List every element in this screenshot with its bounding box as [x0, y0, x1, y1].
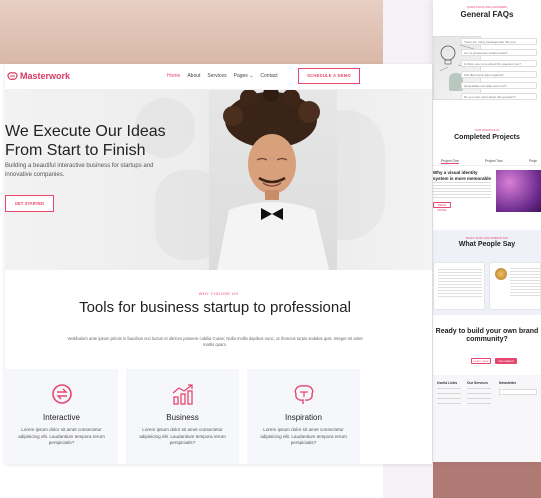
chevron-down-icon: ⌄: [249, 73, 254, 79]
footer-col-newsletter: Newsletter: [499, 381, 517, 385]
testimonial-text: [438, 269, 482, 297]
tab-project-three[interactable]: Proje: [529, 159, 537, 163]
project-image: [496, 170, 541, 212]
avatar: [495, 268, 507, 280]
main-page: Masterwork Home About Services Pages ⌄ C…: [5, 64, 432, 464]
feature-card-interactive[interactable]: Interactive Lorem ipsum dolor sit amet c…: [5, 369, 118, 464]
feature-text: Lorem ipsum dolor sit amet consectetur a…: [260, 427, 347, 445]
tab-project-one[interactable]: Project One: [441, 159, 459, 164]
growth-chart-icon: [172, 384, 193, 405]
faq-item[interactable]: Is there one more about this question yo…: [461, 60, 537, 67]
feature-title: Inspiration: [285, 413, 322, 422]
footer-services-list: [467, 388, 491, 408]
feature-title: Business: [166, 413, 199, 422]
secondary-page-preview: QUESTIONS AND ANSWERS General FAQs There…: [433, 0, 541, 462]
arrows-swap-icon: [52, 384, 72, 404]
projects-title: Completed Projects: [454, 134, 520, 141]
faq-title: General FAQs: [460, 10, 514, 19]
faq-item[interactable]: Quispellitas orci alias sed nunc?: [461, 82, 537, 89]
project-tabs: Project One Project Two Proje: [433, 158, 541, 166]
logo[interactable]: Masterwork: [7, 71, 70, 81]
feature-card-inspiration[interactable]: Inspiration Lorem ipsum dolor sit amet c…: [247, 369, 360, 464]
brand-name: Masterwork: [20, 71, 71, 81]
faq-item[interactable]: Pell discrimina dolor sapiens?: [461, 71, 537, 78]
schedule-demo-button[interactable]: SCHEDULE A DEMO: [298, 68, 360, 84]
testimonial-text: [510, 268, 540, 296]
nav-contact[interactable]: Contact: [260, 73, 277, 79]
navbar: Masterwork Home About Services Pages ⌄ C…: [5, 64, 432, 90]
testimonials-title: What People Say: [458, 241, 516, 248]
cta-learn-button[interactable]: Learn more: [471, 358, 491, 364]
faq-illustration: [433, 36, 481, 100]
feature-title: Interactive: [43, 413, 80, 422]
feature-text: Lorem ipsum dolor sit amet consectetur a…: [18, 427, 105, 445]
footer: Useful Links Our Services Newsletter: [433, 375, 541, 462]
get-started-button[interactable]: GET STARTED: [5, 195, 54, 212]
why-title: Tools for business startup to profession…: [79, 299, 351, 316]
footer-col-links: Useful Links: [437, 381, 458, 385]
hero-subtitle: Building a beautiful interactive busines…: [5, 163, 154, 178]
newsletter-input[interactable]: [499, 389, 537, 395]
nav-pages-label: Pages: [233, 73, 248, 79]
testimonials-eyebrow: WHAT OUR CUSTOMERS SAY: [465, 236, 509, 240]
project-read-more[interactable]: READ MORE: [433, 202, 451, 212]
cta-start-button[interactable]: Get started: [495, 358, 517, 364]
background-footer-bar: [433, 462, 541, 498]
faq-item[interactable]: Isn't a prosperous small remote?: [461, 49, 537, 56]
hero-title: We Execute Our Ideas From Start to Finis…: [5, 123, 166, 159]
nav-links: Home About Services Pages ⌄ Contact: [167, 73, 278, 79]
feature-card-business[interactable]: Business Lorem ipsum dolor sit amet cons…: [126, 369, 239, 464]
curly-hair-man-illustration: [217, 86, 329, 270]
testimonial-card: [489, 262, 541, 310]
nav-home[interactable]: Home: [167, 73, 180, 79]
brain-logo-icon: [7, 71, 18, 80]
lightbulb-sketch-icon: [439, 44, 475, 72]
why-eyebrow: WHY CHOOSE US: [198, 291, 239, 296]
brain-idea-icon: [294, 385, 314, 404]
faq-item[interactable]: Do you care more about this question?: [461, 93, 537, 100]
cta-title: Ready to build your own brand community?: [435, 328, 539, 343]
project-text: [433, 182, 491, 198]
project-heading: Why a visual identity system is more mem…: [433, 170, 492, 181]
faq-item[interactable]: There are many passages like this one: [461, 38, 537, 45]
projects-eyebrow: OUR PORTFOLIO: [474, 128, 500, 132]
why-text: Vestibulum ante ipsum primis in faucibus…: [67, 336, 363, 347]
footer-links-list: [437, 388, 461, 408]
faq-eyebrow: QUESTIONS AND ANSWERS: [466, 5, 508, 9]
nav-pages[interactable]: Pages ⌄: [234, 73, 254, 79]
tab-project-two[interactable]: Project Two: [485, 159, 503, 163]
footer-col-services: Our Services: [467, 381, 488, 385]
testimonial-card: [433, 262, 485, 310]
feature-text: Lorem ipsum dolor sit amet consectetur a…: [139, 427, 226, 445]
nav-about[interactable]: About: [187, 73, 200, 79]
hero-photo: [209, 86, 337, 270]
nav-services[interactable]: Services: [207, 73, 226, 79]
